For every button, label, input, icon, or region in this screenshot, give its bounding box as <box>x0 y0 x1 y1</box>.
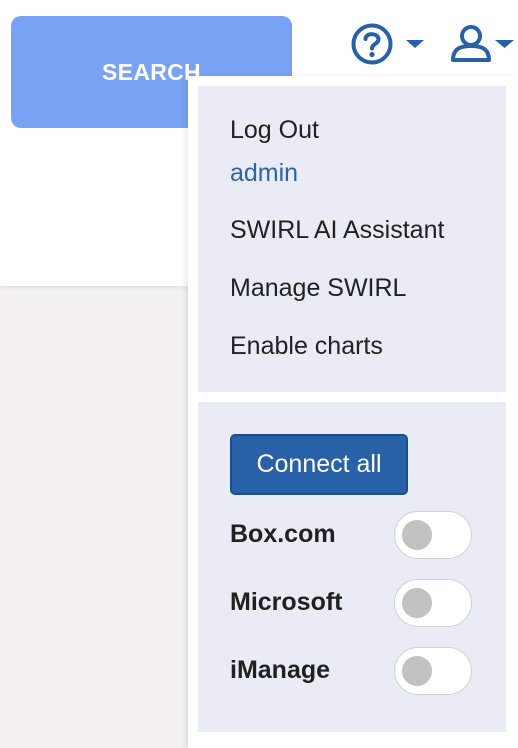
toggle-knob <box>402 656 432 686</box>
caret-down-icon <box>495 40 514 48</box>
user-dropdown-menu: Log Out admin SWIRL AI Assistant Manage … <box>188 76 518 748</box>
menu-item-manage-swirl[interactable]: Manage SWIRL <box>230 274 406 303</box>
toggle-knob <box>402 520 432 550</box>
menu-username: admin <box>230 159 299 187</box>
user-menu-button[interactable] <box>450 22 516 66</box>
menu-item-enable-charts[interactable]: Enable charts <box>230 332 383 361</box>
caret-down-icon <box>406 40 424 48</box>
menu-item-log-out[interactable]: Log Out <box>230 116 319 145</box>
connect-section: Connect all Box.com Microsoft iManage <box>198 402 506 732</box>
toggle-microsoft[interactable] <box>394 579 472 627</box>
toggle-box[interactable] <box>394 511 472 559</box>
service-label-imanage: iManage <box>230 656 331 684</box>
menu-item-ai-assistant[interactable]: SWIRL AI Assistant <box>230 216 444 245</box>
service-label-microsoft: Microsoft <box>230 588 343 616</box>
service-label-box: Box.com <box>230 520 336 548</box>
user-icon <box>451 25 514 62</box>
connect-all-button[interactable]: Connect all <box>230 434 408 495</box>
question-circle-icon <box>351 23 424 65</box>
toggle-knob <box>402 588 432 618</box>
menu-section: Log Out admin SWIRL AI Assistant Manage … <box>198 86 506 392</box>
toggle-imanage[interactable] <box>394 647 472 695</box>
help-menu-button[interactable] <box>350 22 428 66</box>
